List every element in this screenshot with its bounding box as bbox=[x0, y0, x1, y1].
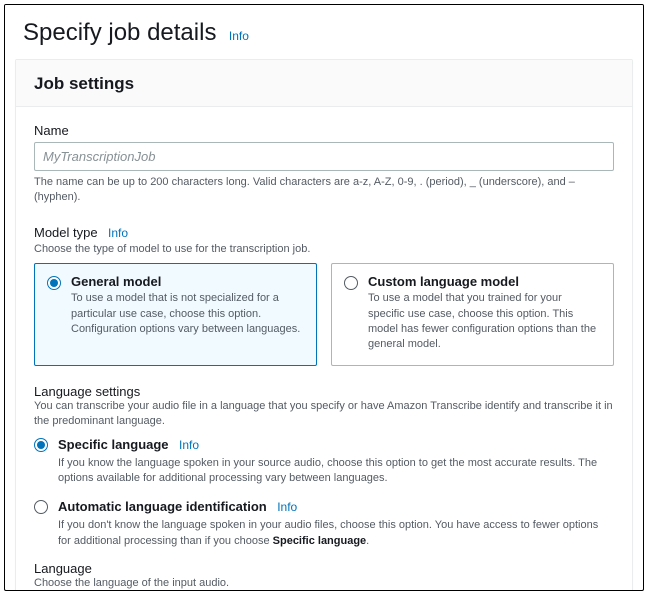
radio-general-model[interactable] bbox=[47, 276, 61, 290]
name-helper: The name can be up to 200 characters lon… bbox=[34, 175, 614, 206]
page-title: Specify job details bbox=[23, 19, 216, 47]
radio-auto-content: Automatic language identification Info I… bbox=[58, 498, 614, 549]
page-info-link[interactable]: Info bbox=[229, 29, 249, 43]
radio-auto-desc-suffix: . bbox=[366, 535, 369, 547]
language-settings-radios: Specific language Info If you know the l… bbox=[34, 436, 614, 550]
model-type-label-row: Model type Info bbox=[34, 224, 614, 242]
radio-specific-desc: If you know the language spoken in your … bbox=[58, 456, 614, 487]
radio-auto-title: Automatic language identification bbox=[58, 499, 267, 514]
tile-custom-desc: To use a model that you trained for your… bbox=[368, 291, 601, 353]
job-settings-panel: Job settings Name The name can be up to … bbox=[15, 59, 633, 591]
language-sublabel: Choose the language of the input audio. bbox=[34, 576, 614, 591]
radio-custom-model[interactable] bbox=[344, 276, 358, 290]
model-type-tiles: General model To use a model that is not… bbox=[34, 263, 614, 366]
panel-title: Job settings bbox=[34, 74, 614, 94]
name-field: Name The name can be up to 200 character… bbox=[34, 123, 614, 206]
radio-specific-language[interactable] bbox=[34, 438, 48, 452]
name-label: Name bbox=[34, 123, 614, 138]
radio-auto-desc-bold: Specific language bbox=[273, 535, 367, 547]
radio-dot-icon bbox=[37, 441, 45, 449]
tile-general-desc: To use a model that is not specialized f… bbox=[71, 291, 304, 337]
language-section: Language Choose the language of the inpu… bbox=[34, 561, 614, 591]
panel-header: Job settings bbox=[16, 60, 632, 107]
model-type-section: Model type Info Choose the type of model… bbox=[34, 224, 614, 366]
tile-general-content: General model To use a model that is not… bbox=[71, 274, 304, 337]
radio-auto-language[interactable] bbox=[34, 500, 48, 514]
tile-custom-content: Custom language model To use a model tha… bbox=[368, 274, 601, 353]
model-type-label: Model type bbox=[34, 225, 98, 240]
radio-specific-content: Specific language Info If you know the l… bbox=[58, 436, 614, 487]
radio-specific-title: Specific language bbox=[58, 437, 169, 452]
tile-custom-title: Custom language model bbox=[368, 274, 601, 289]
page-container: Specify job details Info Job settings Na… bbox=[4, 4, 644, 591]
tile-general-model[interactable]: General model To use a model that is not… bbox=[34, 263, 317, 366]
radio-row-specific-language[interactable]: Specific language Info If you know the l… bbox=[34, 436, 614, 487]
language-label: Language bbox=[34, 561, 614, 576]
language-settings-section: Language settings You can transcribe you… bbox=[34, 384, 614, 549]
radio-row-auto-language[interactable]: Automatic language identification Info I… bbox=[34, 498, 614, 549]
panel-body: Name The name can be up to 200 character… bbox=[16, 107, 632, 591]
specific-language-info-link[interactable]: Info bbox=[179, 438, 199, 452]
name-input[interactable] bbox=[34, 142, 614, 171]
model-type-info-link[interactable]: Info bbox=[108, 226, 128, 240]
tile-general-title: General model bbox=[71, 274, 304, 289]
radio-auto-desc: If you don't know the language spoken in… bbox=[58, 518, 614, 549]
tile-custom-model[interactable]: Custom language model To use a model tha… bbox=[331, 263, 614, 366]
language-settings-label: Language settings bbox=[34, 384, 614, 399]
auto-language-info-link[interactable]: Info bbox=[277, 500, 297, 514]
page-header: Specify job details Info bbox=[5, 5, 643, 59]
radio-dot-icon bbox=[50, 279, 58, 287]
language-settings-sublabel: You can transcribe your audio file in a … bbox=[34, 399, 614, 430]
model-type-sublabel: Choose the type of model to use for the … bbox=[34, 242, 614, 257]
